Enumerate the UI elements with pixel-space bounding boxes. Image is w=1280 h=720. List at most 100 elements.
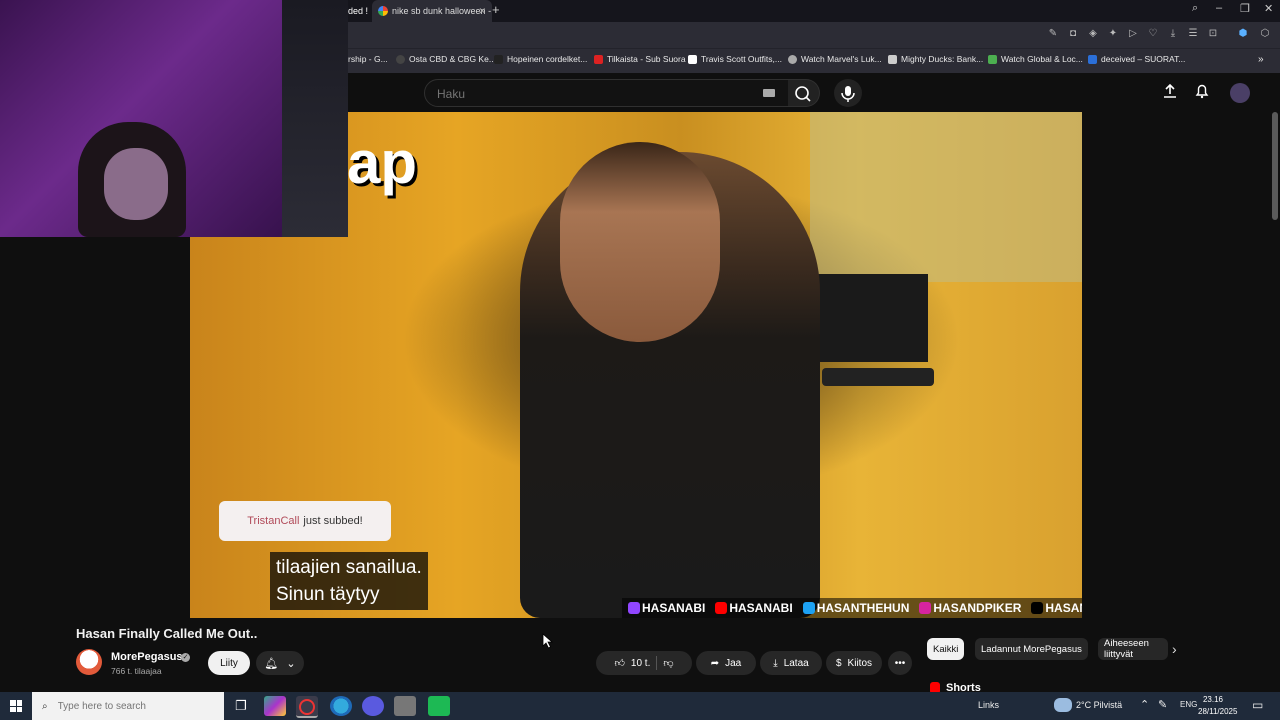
stream-chat-overlay [810, 112, 1082, 282]
task-view-icon[interactable]: ❐ [230, 696, 252, 716]
clock-date: 28/11/2025 [1198, 707, 1238, 716]
site-icon [988, 54, 997, 64]
like-dislike-group: 👍︎ 10 t. 👎︎ [596, 651, 692, 675]
tab-previous[interactable]: ded ! [348, 0, 370, 22]
search-tabs-icon[interactable]: ⌕ [1192, 2, 1198, 15]
streamer-head [560, 142, 720, 342]
sub-alert-toast: TristanCall just subbed! [219, 501, 391, 541]
bookmark-item[interactable]: Watch Global & Loc... [988, 54, 1083, 64]
site-icon [888, 54, 897, 64]
search-box [424, 79, 790, 107]
bookmark-item[interactable]: Travis Scott Outfits,... [688, 54, 782, 64]
profile-avatar[interactable] [1230, 83, 1250, 103]
lock-icon[interactable]: ⊡ [1208, 29, 1218, 39]
mouse-cursor-icon [542, 633, 554, 649]
search-icon: ⌕ [42, 700, 48, 712]
clock-time: 23.16 [1202, 695, 1224, 704]
bookmark-item[interactable]: Tilkaista - Sub Suora [594, 54, 686, 64]
extension-icon[interactable]: ✦ [1108, 29, 1118, 39]
shield-icon[interactable]: ◈ [1088, 29, 1098, 39]
bookmarks-overflow-icon[interactable]: » [1258, 54, 1264, 65]
edit-icon[interactable]: ✎ [1048, 29, 1058, 39]
video-overlay-text: ap [347, 129, 418, 196]
camera-icon[interactable]: ◘ [1068, 29, 1078, 39]
sub-text: just subbed! [303, 515, 363, 527]
site-icon [1088, 54, 1097, 64]
bookmark-item[interactable]: Watch Marvel's Luk... [788, 54, 882, 64]
chevron-down-icon: ⌄ [286, 657, 296, 670]
chevron-right-icon[interactable]: › [1172, 641, 1177, 657]
dislike-button[interactable]: 👎︎ [663, 657, 673, 669]
edge-icon[interactable] [330, 696, 352, 716]
weather-icon [1054, 698, 1072, 712]
links-toolbar[interactable]: Links [978, 700, 999, 710]
keyboard-icon[interactable] [763, 89, 775, 97]
minimize-icon[interactable]: – [1216, 2, 1222, 14]
menu-icon[interactable]: ☰ [1188, 29, 1198, 39]
thumbs-down-icon: 👎︎ [663, 658, 674, 669]
bookmark-item[interactable]: Mighty Ducks: Bank... [888, 54, 983, 64]
more-actions-button[interactable]: ••• [888, 651, 912, 675]
tab-label: ded ! [348, 6, 369, 16]
social-tiktok: HASANDPIKER [1031, 601, 1082, 615]
search-input[interactable] [435, 86, 739, 102]
bookmark-item[interactable]: rship - G... [348, 54, 388, 64]
social-youtube: HASANABI [715, 601, 793, 615]
instagram-icon [919, 602, 932, 614]
new-tab-button[interactable]: + [492, 2, 500, 17]
taskbar-search[interactable]: ⌕ [32, 692, 224, 720]
play-icon[interactable]: ▷ [1128, 29, 1138, 39]
page-scrollbar[interactable] [1272, 112, 1278, 220]
taskbar-search-input[interactable] [55, 699, 210, 713]
webcam-overlay [0, 0, 348, 237]
thanks-button[interactable]: $ Kiitos [826, 651, 882, 675]
game-app-icon[interactable] [428, 696, 450, 716]
chip-uploads[interactable]: Ladannut MorePegasus [975, 638, 1088, 660]
join-button[interactable]: Liity [208, 651, 250, 675]
bell-icon: 🔔︎ [264, 657, 279, 670]
like-button[interactable]: 👍︎ 10 t. [614, 657, 650, 670]
share-button[interactable]: ➦ Jaa [696, 651, 756, 675]
browser-toolbar: ✎ ◘ ◈ ✦ ▷ ♡ ⤓ ☰ ⊡ ⬢ ⬡ [348, 22, 1280, 48]
notifications-icon[interactable]: ▭ [1252, 698, 1263, 712]
windows-start-icon[interactable] [10, 700, 22, 712]
profile-icon[interactable]: ⬡ [1260, 29, 1270, 39]
restore-icon[interactable]: ❐ [1240, 2, 1250, 15]
language-indicator[interactable]: ENG [1180, 700, 1197, 709]
voice-search-button[interactable] [834, 79, 862, 107]
security-app-icon[interactable] [394, 696, 416, 716]
bookmark-item[interactable]: Osta CBD & CBG Ke... [396, 54, 496, 64]
heart-icon[interactable]: ♡ [1148, 29, 1158, 39]
windows-taskbar: ⌕ ❐ Links 2°C Pilvistä ⌃ ✎ ENG 23.16 28/… [0, 692, 1280, 720]
chip-related[interactable]: Aiheeseen liittyvät [1098, 638, 1168, 660]
subscription-bell-button[interactable]: 🔔︎ ⌄ [256, 651, 304, 675]
site-icon [688, 54, 697, 64]
tab-active[interactable]: nike sb dunk halloween - ✕ [372, 0, 492, 22]
close-window-icon[interactable]: ✕ [1264, 2, 1273, 15]
discord-icon[interactable] [362, 696, 384, 716]
search-button[interactable] [788, 79, 820, 107]
close-tab-icon[interactable]: ✕ [478, 6, 486, 17]
google-icon [378, 6, 388, 16]
tab-label: nike sb dunk halloween - [392, 6, 492, 16]
pen-icon[interactable]: ✎ [1158, 698, 1167, 711]
download-icon[interactable]: ⤓ [1168, 29, 1178, 39]
download-button[interactable]: ⤓ Lataa [760, 651, 822, 675]
channel-avatar[interactable] [76, 649, 102, 675]
search-icon [795, 86, 811, 102]
system-clock[interactable]: 23.16 28/11/2025 [1198, 694, 1238, 718]
divider [656, 656, 658, 670]
channel-name[interactable]: MorePegasus [111, 651, 183, 663]
bookmark-item[interactable]: Hopeinen cordelket... [494, 54, 587, 64]
notifications-bell-icon[interactable] [1194, 83, 1210, 103]
create-upload-icon[interactable] [1162, 83, 1178, 103]
weather-text[interactable]: 2°C Pilvistä [1076, 700, 1122, 710]
subscriber-count: 766 t. tilaajaa [111, 666, 162, 676]
copilot-icon[interactable] [264, 696, 286, 716]
bookmark-item[interactable]: deceived – SUORAT... [1088, 54, 1185, 64]
site-icon [594, 54, 603, 64]
opera-gx-icon[interactable] [296, 696, 318, 718]
chip-all[interactable]: Kaikki [927, 638, 965, 660]
extension-blue-icon[interactable]: ⬢ [1238, 29, 1248, 39]
tray-overflow-icon[interactable]: ⌃ [1140, 698, 1149, 711]
